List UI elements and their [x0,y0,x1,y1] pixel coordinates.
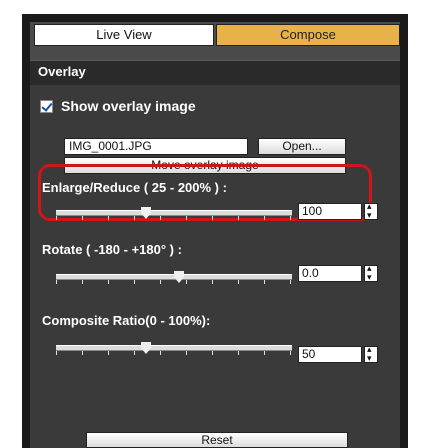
tab-compose[interactable]: Compose [216,24,400,46]
tick [212,216,213,220]
tick [264,351,265,355]
rotate-slider[interactable] [56,262,292,288]
tick [238,351,239,355]
tick [290,351,291,355]
tick [134,216,135,220]
enlarge-slider-track [56,210,292,216]
enlarge-label: Enlarge/Reduce ( 25 - 200% ) : [42,180,227,195]
enlarge-slider[interactable] [56,198,292,224]
tick [238,280,239,284]
reset-button[interactable]: Reset [86,432,348,448]
tick [82,351,83,355]
tick [290,280,291,284]
overlay-file-field[interactable]: IMG_0001.JPG [64,138,248,155]
tick [134,280,135,284]
show-overlay-row[interactable]: Show overlay image [40,97,196,115]
tick [264,280,265,284]
tick [56,280,57,284]
tick [82,216,83,220]
tick [108,216,109,220]
ratio-slider-track [56,345,292,351]
enlarge-spinner[interactable] [364,201,378,221]
ratio-label: Composite Ratio(0 - 100%): [42,313,211,328]
enlarge-slider-thumb[interactable] [141,207,151,219]
tick [212,351,213,355]
tick [290,216,291,220]
overlay-section-header: Overlay [30,60,400,86]
section-title: Overlay [38,64,86,79]
tick [56,351,57,355]
ratio-value-field[interactable]: 50 [298,346,362,363]
show-overlay-label: Show overlay image [61,98,196,114]
ratio-slider-thumb[interactable] [141,342,151,354]
show-overlay-checkbox[interactable] [40,99,53,113]
rotate-spinner[interactable] [364,263,378,283]
tick [186,216,187,220]
tick [186,351,187,355]
tick [264,216,265,220]
ratio-spinner[interactable] [364,344,378,364]
tick [212,280,213,284]
tick [160,280,161,284]
rotate-label: Rotate ( -180 - +180° ) : [42,242,182,257]
tick [186,280,187,284]
tick [82,280,83,284]
ratio-slider[interactable] [56,333,292,359]
tick [238,216,239,220]
tick [108,351,109,355]
enlarge-value-field[interactable]: 100 [298,203,362,220]
open-button[interactable]: Open... [258,138,346,155]
tick [160,351,161,355]
tick [56,216,57,220]
tab-bar: Live View Compose [34,24,400,46]
rotate-slider-thumb[interactable] [174,271,184,283]
tab-live-view[interactable]: Live View [34,24,214,46]
tick [160,216,161,220]
tick [134,351,135,355]
rotate-value-field[interactable]: 0.0 [298,265,362,282]
tick [108,280,109,284]
